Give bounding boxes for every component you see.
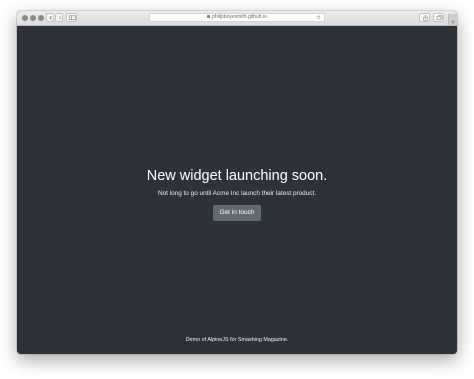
footer-text: Demo of AlpineJS for Smashing Magazine. [185, 337, 289, 343]
address-bar[interactable]: philipboyesmith.github.io [149, 13, 325, 22]
lock-icon [207, 15, 211, 18]
new-tab-button[interactable] [448, 14, 457, 25]
forward-button[interactable] [55, 13, 63, 22]
url-text: philipboyesmith.github.io [212, 14, 267, 20]
tabs-overview-button[interactable] [433, 13, 444, 22]
share-button[interactable] [419, 13, 430, 22]
page-content: New widget launching soon. Not long to g… [17, 26, 457, 354]
get-in-touch-button[interactable]: Get in touch [213, 205, 261, 221]
chevron-left-icon [49, 15, 52, 20]
sidebar-icon [69, 15, 76, 21]
share-icon [423, 14, 428, 21]
reload-icon[interactable] [316, 15, 321, 20]
page-title: New widget launching soon. [146, 168, 328, 184]
zoom-window-button[interactable] [38, 15, 44, 21]
chevron-right-icon [58, 15, 62, 20]
close-window-button[interactable] [22, 15, 28, 21]
tabs-icon [436, 15, 443, 21]
minimize-window-button[interactable] [30, 15, 36, 21]
browser-toolbar: philipboyesmith.github.io [17, 11, 457, 26]
browser-window: philipboyesmith.github.io New widget lau… [17, 11, 457, 354]
hero-subtitle: Not long to go until Acme Inc launch the… [157, 190, 317, 197]
hero-section: New widget launching soon. Not long to g… [17, 167, 457, 221]
back-button[interactable] [46, 13, 54, 22]
sidebar-toggle-button[interactable] [66, 13, 77, 22]
